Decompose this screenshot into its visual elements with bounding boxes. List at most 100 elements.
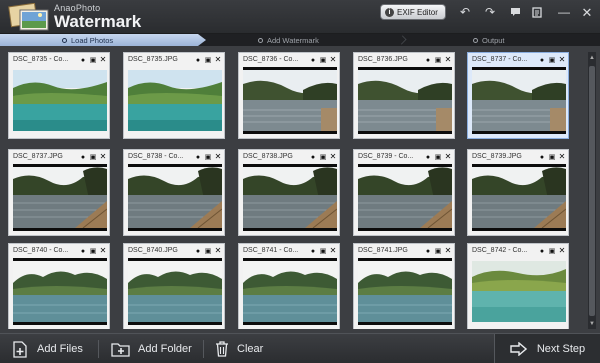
preview-icon[interactable]: ▣	[204, 153, 212, 161]
info-icon[interactable]: ●	[538, 56, 546, 64]
photo-thumbnail[interactable]: DSC_8740 - Co... ● ▣ ✕	[8, 243, 110, 329]
title-bar: AnaoPhoto Watermark i EXIF Editor ↶ ↷ — …	[0, 0, 600, 34]
preview-icon[interactable]: ▣	[89, 153, 97, 161]
remove-icon[interactable]: ✕	[329, 153, 337, 161]
preview-icon[interactable]: ▣	[434, 153, 442, 161]
scrollbar-thumb[interactable]	[589, 66, 595, 316]
trash-icon	[216, 341, 228, 357]
info-icon[interactable]: ●	[538, 153, 546, 161]
preview-icon[interactable]: ▣	[204, 247, 212, 255]
photo-image	[128, 70, 222, 131]
photo-filename: DSC_8741 - Co...	[243, 247, 299, 254]
photo-thumbnail[interactable]: DSC_8738 - Co... ● ▣ ✕	[123, 149, 225, 236]
preview-icon[interactable]: ▣	[89, 247, 97, 255]
info-icon[interactable]: ●	[194, 153, 202, 161]
photo-thumbnail[interactable]: DSC_8735.JPG ● ▣ ✕	[123, 52, 225, 139]
preview-icon[interactable]: ▣	[548, 153, 556, 161]
next-step-button[interactable]: Next Step	[494, 334, 600, 363]
info-icon[interactable]: ●	[309, 247, 317, 255]
close-icon[interactable]: ✕	[579, 4, 595, 20]
photo-image	[13, 164, 107, 231]
remove-icon[interactable]: ✕	[214, 56, 222, 64]
photo-filename: DSC_8738.JPG	[243, 153, 293, 160]
info-icon[interactable]: ●	[79, 56, 87, 64]
remove-icon[interactable]: ✕	[329, 247, 337, 255]
bottom-toolbar: Add Files Add Folder Clear Next Step	[0, 333, 600, 363]
next-arrow-icon	[510, 342, 527, 356]
preview-icon[interactable]: ▣	[319, 153, 327, 161]
remove-icon[interactable]: ✕	[444, 247, 452, 255]
scroll-up-icon[interactable]: ▲	[588, 54, 596, 62]
remove-icon[interactable]: ✕	[99, 153, 107, 161]
photo-thumbnail[interactable]: DSC_8739 - Co... ● ▣ ✕	[353, 149, 455, 236]
preview-icon[interactable]: ▣	[548, 247, 556, 255]
grid-scrollbar[interactable]: ▲ ▼	[588, 52, 596, 329]
remove-icon[interactable]: ✕	[99, 247, 107, 255]
remove-icon[interactable]: ✕	[444, 153, 452, 161]
photo-thumbnail[interactable]: DSC_8737 - Co... ● ▣ ✕	[467, 52, 569, 139]
exif-editor-button[interactable]: i EXIF Editor	[380, 4, 446, 20]
info-icon[interactable]: ●	[424, 153, 432, 161]
info-icon[interactable]: ●	[79, 247, 87, 255]
preview-icon[interactable]: ▣	[319, 56, 327, 64]
preview-icon[interactable]: ▣	[204, 56, 212, 64]
info-icon[interactable]: ●	[309, 56, 317, 64]
remove-icon[interactable]: ✕	[99, 56, 107, 64]
step-output[interactable]: Output	[473, 34, 505, 46]
info-icon[interactable]: ●	[424, 247, 432, 255]
preview-icon[interactable]: ▣	[434, 56, 442, 64]
photo-filename: DSC_8738 - Co...	[128, 153, 184, 160]
info-icon[interactable]: ●	[194, 56, 202, 64]
step-add-watermark[interactable]: Add Watermark	[258, 34, 319, 46]
remove-icon[interactable]: ✕	[558, 247, 566, 255]
info-icon[interactable]: ●	[79, 153, 87, 161]
info-icon[interactable]: ●	[538, 247, 546, 255]
redo-icon[interactable]: ↷	[482, 4, 498, 20]
remove-icon[interactable]: ✕	[329, 56, 337, 64]
photo-thumbnail[interactable]: DSC_8738.JPG ● ▣ ✕	[238, 149, 340, 236]
preview-icon[interactable]: ▣	[548, 56, 556, 64]
photo-thumbnail[interactable]: DSC_8742 - Co... ● ▣ ✕	[467, 243, 569, 329]
register-icon[interactable]	[529, 4, 545, 20]
photo-filename: DSC_8737.JPG	[13, 153, 63, 160]
photo-thumbnail[interactable]: DSC_8739.JPG ● ▣ ✕	[467, 149, 569, 236]
add-folder-button[interactable]: Add Folder	[111, 334, 192, 363]
undo-icon[interactable]: ↶	[457, 4, 473, 20]
photo-thumbnail[interactable]: DSC_8740.JPG ● ▣ ✕	[123, 243, 225, 329]
info-icon[interactable]: ●	[309, 153, 317, 161]
next-step-label: Next Step	[536, 343, 586, 355]
clear-label: Clear	[237, 343, 264, 355]
photo-thumbnail[interactable]: DSC_8735 - Co... ● ▣ ✕	[8, 52, 110, 139]
step-separator-icon	[397, 35, 407, 45]
step-label: Add Watermark	[267, 35, 319, 45]
info-icon[interactable]: ●	[194, 247, 202, 255]
photo-image	[13, 70, 107, 131]
scroll-down-icon[interactable]: ▼	[588, 320, 596, 328]
info-icon[interactable]: ●	[424, 56, 432, 64]
minimize-icon[interactable]: —	[556, 4, 572, 20]
photo-thumbnail[interactable]: DSC_8737.JPG ● ▣ ✕	[8, 149, 110, 236]
remove-icon[interactable]: ✕	[444, 56, 452, 64]
photo-filename: DSC_8740 - Co...	[13, 247, 69, 254]
remove-icon[interactable]: ✕	[558, 56, 566, 64]
feedback-icon[interactable]	[507, 4, 523, 20]
photo-image	[472, 261, 566, 322]
photo-thumbnail[interactable]: DSC_8741 - Co... ● ▣ ✕	[238, 243, 340, 329]
preview-icon[interactable]: ▣	[89, 56, 97, 64]
add-files-button[interactable]: Add Files	[12, 334, 83, 363]
preview-icon[interactable]: ▣	[319, 247, 327, 255]
remove-icon[interactable]: ✕	[558, 153, 566, 161]
photo-image	[358, 258, 452, 325]
app-logo-icon	[8, 3, 49, 31]
preview-icon[interactable]: ▣	[434, 247, 442, 255]
clear-button[interactable]: Clear	[215, 334, 263, 363]
remove-icon[interactable]: ✕	[214, 247, 222, 255]
photo-thumbnail[interactable]: DSC_8741.JPG ● ▣ ✕	[353, 243, 455, 329]
step-load-photos[interactable]: Load Photos	[62, 34, 113, 46]
add-files-label: Add Files	[37, 343, 83, 355]
photo-thumbnail[interactable]: DSC_8736.JPG ● ▣ ✕	[353, 52, 455, 139]
remove-icon[interactable]: ✕	[214, 153, 222, 161]
photo-thumbnail[interactable]: DSC_8736 - Co... ● ▣ ✕	[238, 52, 340, 139]
step-label: Output	[482, 35, 505, 45]
photo-image	[128, 164, 222, 231]
